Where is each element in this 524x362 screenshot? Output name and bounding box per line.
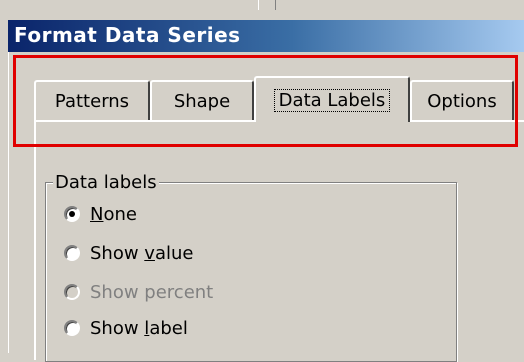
radio-selected-dot bbox=[69, 211, 75, 217]
radio-show-percent-button bbox=[64, 284, 80, 300]
window-edge-notch bbox=[258, 0, 276, 10]
tab-row-highlight bbox=[13, 55, 518, 147]
dialog-title: Format Data Series bbox=[14, 23, 241, 47]
radio-show-label-button[interactable] bbox=[64, 320, 80, 336]
radio-show-percent: Show percent bbox=[64, 279, 213, 305]
radio-show-label[interactable]: Show label bbox=[64, 315, 188, 341]
background-window-strip bbox=[0, 0, 524, 18]
radio-show-value[interactable]: Show value bbox=[64, 240, 193, 266]
radio-none-button[interactable] bbox=[64, 206, 80, 222]
radio-show-percent-label: Show percent bbox=[90, 281, 214, 303]
radio-none-label: None bbox=[90, 203, 137, 225]
radio-none[interactable]: None bbox=[64, 201, 137, 227]
radio-show-label-label: Show label bbox=[90, 317, 188, 339]
radio-show-value-button[interactable] bbox=[64, 245, 80, 261]
title-bar: Format Data Series bbox=[8, 20, 524, 52]
radio-show-value-label: Show value bbox=[90, 242, 194, 264]
groupbox-title: Data labels bbox=[53, 172, 159, 193]
